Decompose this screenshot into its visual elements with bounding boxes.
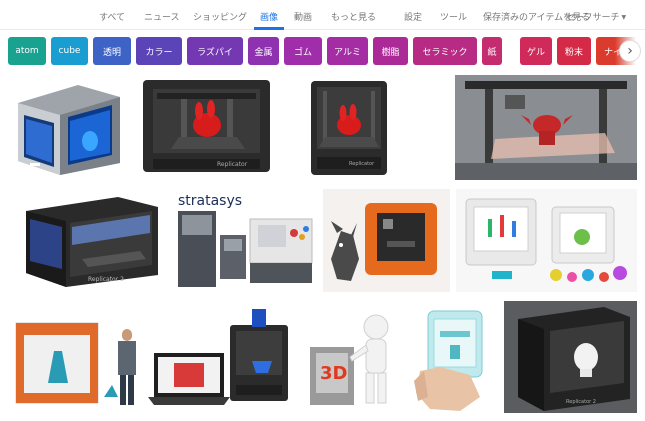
- printer-image: Replicator: [143, 80, 270, 172]
- chip-4[interactable]: ラズパイ: [187, 37, 243, 65]
- chip-8[interactable]: 樹脂: [373, 37, 408, 65]
- chip-label: 粉末: [564, 47, 583, 58]
- image-result-hand-held-mini-printer[interactable]: [410, 301, 498, 413]
- chip-label: 紙: [487, 47, 497, 58]
- tab-news[interactable]: ニュース: [144, 10, 180, 23]
- svg-text:Replicator 2: Replicator 2: [88, 276, 124, 283]
- chip-7[interactable]: アルミ: [327, 37, 368, 65]
- tab-videos[interactable]: 動画: [294, 10, 312, 23]
- image-result-orange-cube-printer[interactable]: [323, 189, 450, 292]
- printer-image: [15, 322, 136, 405]
- chip-label: 金属: [254, 47, 273, 58]
- printer-image: Replicator: [311, 81, 387, 175]
- chip-3[interactable]: カラー: [136, 37, 182, 65]
- svg-text:Replicator: Replicator: [349, 161, 375, 167]
- tab-all[interactable]: すべて: [99, 10, 125, 23]
- printer-image: [148, 309, 288, 405]
- tab-images[interactable]: 画像: [260, 10, 278, 23]
- chip-1[interactable]: cube: [51, 37, 88, 65]
- chevron-down-icon: ▼: [621, 14, 627, 21]
- printer-image: [410, 301, 498, 413]
- chip-label: ラズパイ: [197, 47, 233, 58]
- chip-11[interactable]: ゲル: [520, 37, 552, 65]
- chip-label: ゴム: [293, 47, 312, 58]
- active-tab-indicator: [254, 27, 284, 30]
- chip-2[interactable]: 透明: [93, 37, 131, 65]
- chip-9[interactable]: セラミック: [413, 37, 477, 65]
- chip-10[interactable]: 紙: [482, 37, 502, 65]
- printer-image: stratasys: [178, 193, 313, 287]
- chip-label: アルミ: [334, 47, 361, 58]
- chip-label: atom: [15, 46, 39, 56]
- printer-image: [18, 85, 120, 175]
- chip-label: カラー: [145, 47, 173, 58]
- chip-label: 透明: [102, 47, 121, 58]
- chip-5[interactable]: 金属: [248, 37, 279, 65]
- image-result-large-white-printer-with-man[interactable]: [8, 301, 142, 413]
- tab-more[interactable]: もっと見る: [331, 10, 376, 23]
- chip-12[interactable]: 粉末: [557, 37, 591, 65]
- printer-image: [455, 75, 637, 180]
- safesearch-label: セーフサーチ: [566, 13, 620, 23]
- svg-text:Replicator: Replicator: [217, 161, 248, 168]
- image-result-3d-figure-character[interactable]: 3D: [300, 301, 405, 413]
- svg-text:Replicator 2: Replicator 2: [566, 399, 596, 405]
- image-result-replicator-2-black[interactable]: Replicator 2: [8, 189, 166, 292]
- chip-label: セラミック: [422, 47, 468, 58]
- chevron-right-icon[interactable]: ›: [619, 40, 641, 62]
- tab-shopping[interactable]: ショッピング: [193, 10, 247, 23]
- image-result-printer-red-yoda[interactable]: [455, 75, 637, 180]
- image-result-stratasys-printers[interactable]: stratasys: [172, 189, 318, 292]
- printer-image: [456, 189, 637, 292]
- image-result-makerbot-red-bunny[interactable]: Replicator: [135, 75, 278, 180]
- image-result-white-printer-colorful-prints[interactable]: [456, 189, 637, 292]
- printer-image: 3D: [310, 314, 389, 405]
- settings-link[interactable]: 設定: [404, 10, 422, 23]
- image-result-makerbot-red-bunny-2[interactable]: Replicator: [283, 75, 407, 180]
- printer-image: [323, 189, 450, 292]
- filter-chips-bar: atom cube 透明 カラー ラズパイ 金属 ゴム アルミ 樹脂 セラミック…: [0, 37, 645, 66]
- image-result-atom-blue-printer[interactable]: [8, 75, 130, 180]
- printer-image: Replicator 2: [504, 301, 637, 413]
- printer-image: Replicator 2: [26, 197, 158, 287]
- chip-6[interactable]: ゴム: [284, 37, 322, 65]
- chip-label: cube: [58, 46, 81, 56]
- image-result-printer-with-laptop[interactable]: [148, 301, 295, 413]
- chip-0[interactable]: atom: [8, 37, 46, 65]
- safesearch-dropdown[interactable]: セーフサーチ ▼: [566, 10, 626, 23]
- top-navigation: すべて ニュース ショッピング 画像 動画 もっと見る 設定 ツール 保存済みの…: [0, 0, 645, 30]
- chip-label: 樹脂: [381, 47, 400, 58]
- stratasys-logo-text: stratasys: [178, 193, 242, 209]
- image-result-replicator-2-white-bust[interactable]: Replicator 2: [504, 301, 637, 413]
- tools-link[interactable]: ツール: [440, 10, 467, 23]
- 3d-label-text: 3D: [320, 363, 347, 384]
- chip-label: ゲル: [526, 47, 545, 58]
